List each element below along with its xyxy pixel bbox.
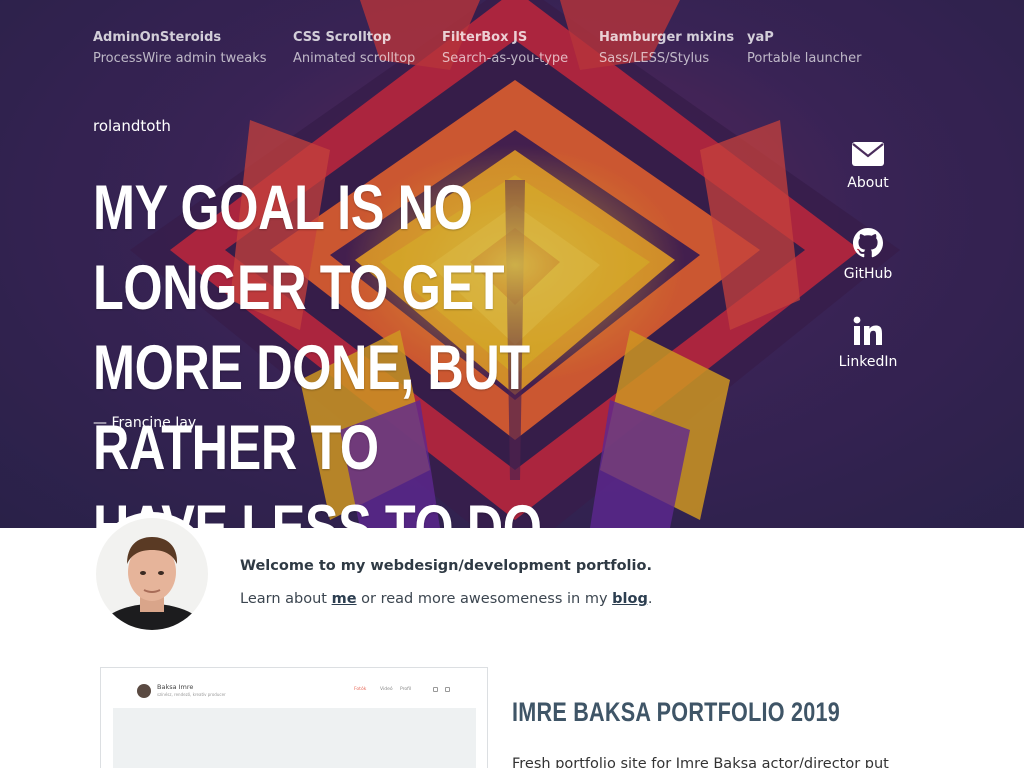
thumbnail-avatar [137,684,151,698]
linkedin-link[interactable]: LinkedIn [828,316,908,370]
thumbnail-subtitle: színész, rendező, kreatív producer [157,692,226,697]
project-link-css-scrolltop[interactable]: CSS Scrolltop Animated scrolltop [293,30,415,67]
project-link-filterbox-js[interactable]: FilterBox JS Search-as-you-type [442,30,568,67]
thumbnail-nav-item: Videó [380,687,393,692]
portfolio-item-title[interactable]: IMRE BAKSA PORTFOLIO 2019 [512,697,840,728]
about-link[interactable]: About [828,141,908,191]
learn-suffix: . [647,591,653,607]
project-name: yaP [747,30,774,45]
hero-section: AdminOnSteroids ProcessWire admin tweaks… [0,0,1024,528]
github-icon [853,228,883,258]
thumbnail-nav-item: Profil [400,687,412,692]
project-desc: Sass/LESS/Stylus [599,51,710,66]
thumbnail-mail-icon [445,687,450,692]
project-link-hamburger-mixins[interactable]: Hamburger mixins Sass/LESS/Stylus [599,30,734,67]
avatar [96,518,208,630]
welcome-heading: Welcome to my webdesign/development port… [240,558,652,574]
project-name: Hamburger mixins [599,30,735,45]
quote-line: MY GOAL IS NO LONGER TO GET [93,173,505,323]
github-link[interactable]: GitHub [828,228,908,282]
thumbnail-name: Baksa Imre [157,683,194,691]
blog-link[interactable]: blog [612,591,648,607]
learn-middle: or read more awesomeness in my [356,591,613,607]
thumbnail-search-icon [433,687,438,692]
project-link-yap[interactable]: yaP Portable launcher [747,30,862,67]
quote-author: — Francine Jay [93,415,197,431]
project-desc: Search-as-you-type [442,51,569,66]
about-label: About [847,175,889,191]
about-me-link[interactable]: me [332,591,357,607]
linkedin-label: LinkedIn [838,354,898,370]
project-name: CSS Scrolltop [293,30,392,45]
quote-line: MORE DONE, BUT RATHER TO [93,333,530,483]
thumbnail-nav-item: Fotók [354,687,367,692]
learn-prefix: Learn about [240,591,332,607]
thumbnail-content-area [113,708,476,768]
project-name: FilterBox JS [442,30,528,45]
profile-photo [96,518,208,630]
envelope-icon [852,142,884,166]
project-desc: ProcessWire admin tweaks [93,51,267,66]
project-name: AdminOnSteroids [93,30,222,45]
github-label: GitHub [843,266,893,282]
profile-avatar-frame [90,512,214,636]
hero-quote: MY GOAL IS NO LONGER TO GET MORE DONE, B… [93,168,669,528]
portfolio-item-description: Fresh portfolio site for Imre Baksa acto… [512,756,889,768]
portfolio-thumbnail[interactable]: Baksa Imre színész, rendező, kreatív pro… [100,667,488,768]
project-desc: Animated scrolltop [293,51,416,66]
linkedin-icon [853,316,882,345]
site-brand-link[interactable]: rolandtoth [93,117,171,135]
project-link-adminonsteroids[interactable]: AdminOnSteroids ProcessWire admin tweaks [93,30,267,67]
project-desc: Portable launcher [747,51,862,66]
learn-text: Learn about me or read more awesomeness … [240,591,652,607]
